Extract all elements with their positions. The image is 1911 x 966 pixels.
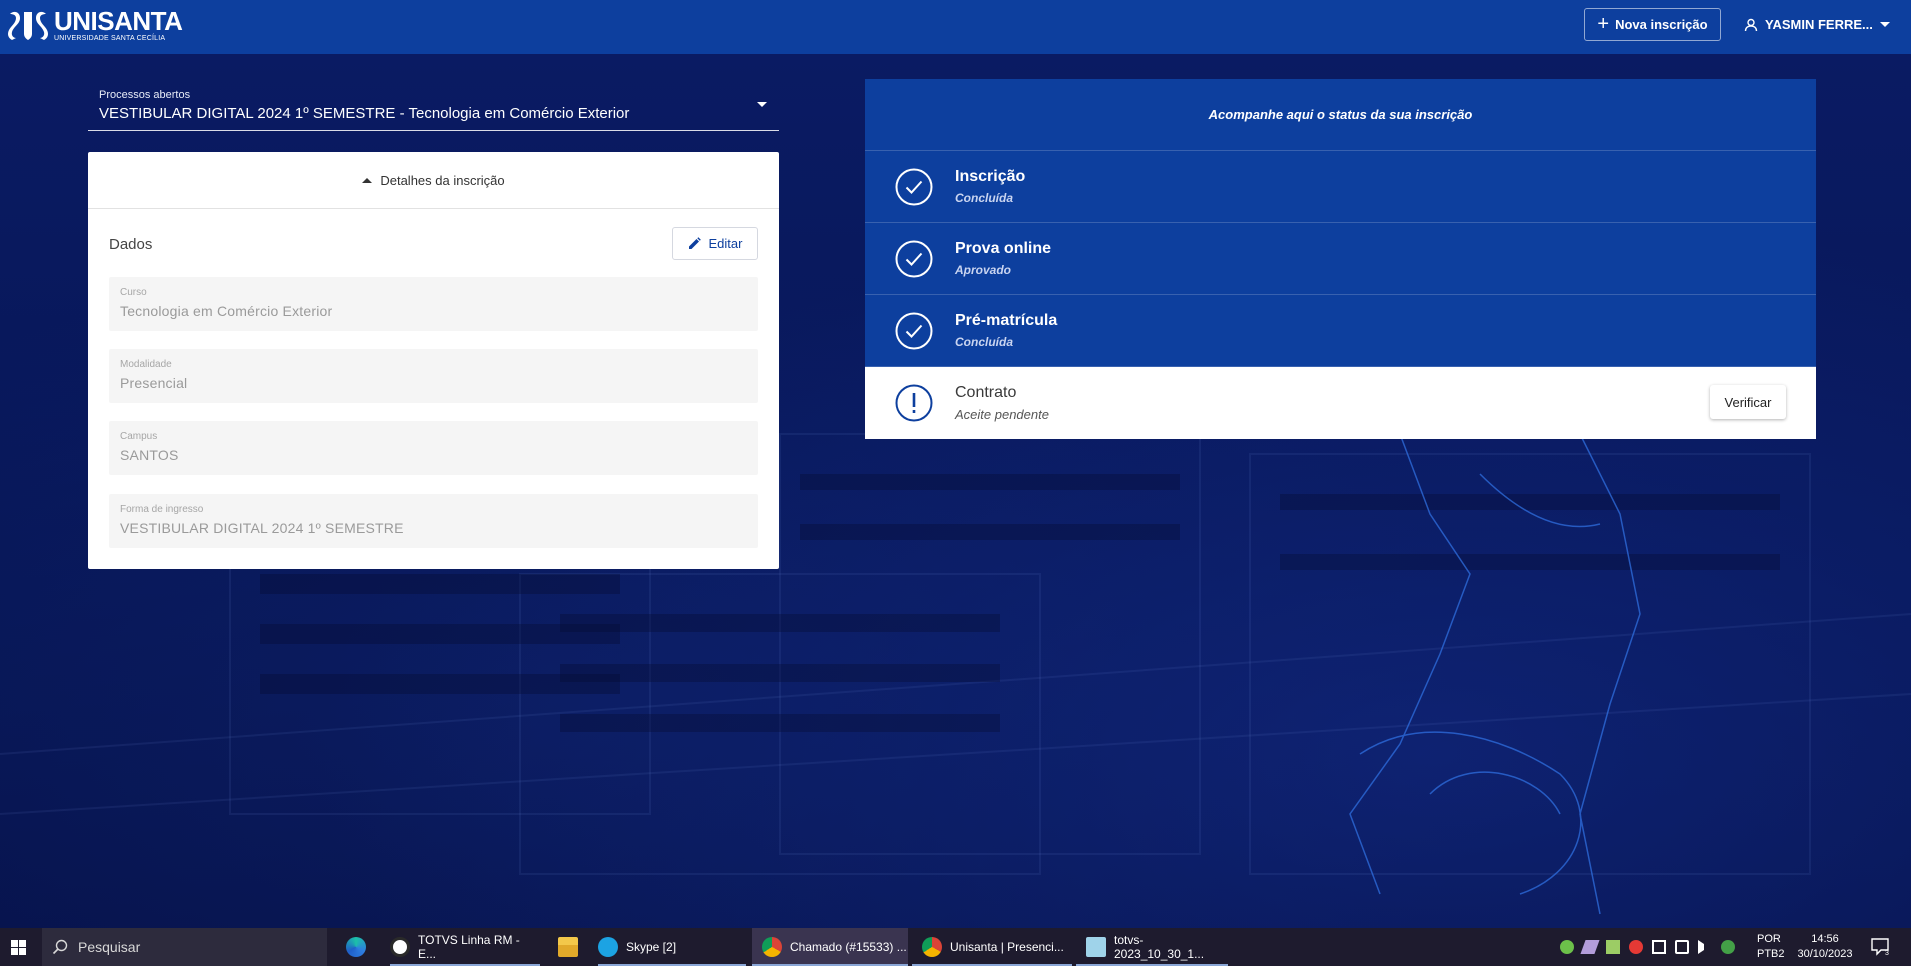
user-icon	[1744, 18, 1758, 31]
field-value: Tecnologia em Comércio Exterior	[120, 303, 333, 319]
field-value: SANTOS	[120, 447, 179, 463]
taskbar-app-skype[interactable]: Skype [2]	[598, 928, 746, 966]
campus-field[interactable]: Campus SANTOS	[109, 421, 758, 475]
enrollment-details-card: Detalhes da inscrição Dados Editar Curso…	[88, 152, 779, 569]
pen-icon[interactable]	[1580, 940, 1600, 954]
search-placeholder: Pesquisar	[78, 939, 141, 955]
process-select-value: VESTIBULAR DIGITAL 2024 1º SEMESTRE - Te…	[99, 105, 630, 122]
taskbar-app-label: TOTVS Linha RM - E...	[418, 933, 520, 961]
field-label: Campus	[120, 431, 158, 442]
clock-time: 14:56	[1811, 933, 1839, 945]
unisanta-logo[interactable]: UNISANTA UNIVERSIDADE SANTA CECÍLIA	[6, 6, 183, 42]
top-bar: UNISANTA UNIVERSIDADE SANTA CECÍLIA + No…	[0, 0, 1911, 54]
step-title: Inscrição	[955, 168, 1026, 185]
totvs-icon	[390, 937, 410, 957]
status-header: Acompanhe aqui o status da sua inscrição	[865, 79, 1816, 151]
keyboard-layout: PTB2	[1757, 948, 1785, 960]
clock-date: 30/10/2023	[1797, 948, 1853, 960]
edit-button[interactable]: Editar	[672, 227, 758, 260]
volume-icon[interactable]	[1698, 940, 1712, 954]
step-pre-matricula: Pré-matrícula Concluída	[865, 295, 1816, 367]
taskbar-app-label: Unisanta | Presenci...	[950, 940, 1064, 954]
display-icon[interactable]	[1675, 940, 1689, 954]
search-icon	[52, 939, 68, 955]
pencil-icon	[688, 237, 701, 249]
notepad-icon	[1086, 937, 1106, 957]
check-circle-icon	[895, 240, 933, 278]
check-circle-icon	[895, 312, 933, 350]
step-status: Concluída	[955, 191, 1014, 205]
windows-taskbar: Pesquisar TOTVS Linha RM - E... Skype [2…	[0, 928, 1911, 966]
sync-icon[interactable]	[1721, 940, 1735, 954]
plus-icon: +	[1597, 12, 1610, 35]
status-tracker-card: Acompanhe aqui o status da sua inscrição…	[865, 79, 1816, 439]
app-tray-icon[interactable]	[1606, 940, 1620, 954]
check-circle-icon	[895, 168, 933, 206]
windows-logo-icon	[10, 939, 26, 955]
taskbar-app-chrome-unisanta[interactable]: Unisanta | Presenci...	[912, 928, 1072, 966]
step-status: Concluída	[955, 335, 1014, 349]
taskbar-search[interactable]: Pesquisar	[42, 928, 327, 966]
chrome-icon	[922, 937, 942, 957]
admission-type-field[interactable]: Forma de ingresso VESTIBULAR DIGITAL 202…	[109, 494, 758, 548]
process-select-label: Processos abertos	[99, 89, 191, 101]
unisanta-seal-icon	[8, 11, 48, 40]
section-title: Dados	[109, 236, 153, 253]
new-enrollment-button[interactable]: + Nova inscrição	[1584, 8, 1721, 41]
step-status: Aprovado	[955, 263, 1012, 277]
logo-subtitle: UNIVERSIDADE SANTA CECÍLIA	[54, 35, 166, 42]
edit-button-label: Editar	[708, 236, 743, 251]
step-status: Aceite pendente	[955, 407, 1049, 422]
taskbar-app-chrome-chamado[interactable]: Chamado (#15533) ...	[752, 928, 908, 966]
user-name: YASMIN FERRE...	[1765, 17, 1873, 32]
new-enrollment-label: Nova inscrição	[1615, 17, 1708, 32]
field-value: Presencial	[120, 375, 188, 391]
exclamation-circle-icon	[895, 384, 933, 422]
verify-button[interactable]: Verificar	[1710, 385, 1786, 419]
details-toggle-label: Detalhes da inscrição	[380, 172, 505, 188]
taskbar-app-explorer[interactable]	[552, 928, 584, 966]
system-tray	[1560, 928, 1735, 966]
field-label: Forma de ingresso	[120, 504, 204, 515]
logo-name: UNISANTA	[54, 6, 183, 36]
process-select[interactable]: Processos abertos VESTIBULAR DIGITAL 202…	[88, 78, 779, 131]
course-field[interactable]: Curso Tecnologia em Comércio Exterior	[109, 277, 758, 331]
taskbar-app-label: Chamado (#15533) ...	[790, 940, 907, 954]
details-toggle[interactable]: Detalhes da inscrição	[88, 152, 779, 209]
taskbar-app-notepad[interactable]: totvs-2023_10_30_1...	[1076, 928, 1228, 966]
file-explorer-icon	[558, 937, 578, 957]
language-code: POR	[1757, 933, 1781, 945]
skype-icon	[598, 937, 618, 957]
taskbar-clock[interactable]: 14:56 30/10/2023	[1795, 932, 1855, 962]
field-value: VESTIBULAR DIGITAL 2024 1º SEMESTRE	[120, 520, 404, 536]
modality-field[interactable]: Modalidade Presencial	[109, 349, 758, 403]
user-menu[interactable]: YASMIN FERRE...	[1744, 8, 1890, 41]
step-title: Pré-matrícula	[955, 312, 1058, 329]
dropdown-arrow-icon	[757, 102, 767, 107]
step-inscricao: Inscrição Concluída	[865, 151, 1816, 223]
step-title: Prova online	[955, 240, 1052, 257]
notification-count: 3	[1885, 950, 1889, 956]
language-indicator[interactable]: POR PTB2	[1757, 932, 1785, 962]
taskbar-app-label: Skype [2]	[626, 940, 677, 954]
taskbar-app-label: totvs-2023_10_30_1...	[1114, 933, 1205, 961]
security-icon[interactable]	[1560, 940, 1574, 954]
step-title: Contrato	[955, 384, 1017, 401]
start-button[interactable]	[0, 928, 36, 966]
chrome-icon	[762, 937, 782, 957]
taskbar-app-totvs[interactable]: TOTVS Linha RM - E...	[390, 928, 540, 966]
network-icon[interactable]	[1652, 940, 1666, 954]
taskbar-app-edge[interactable]	[340, 928, 372, 966]
chevron-down-icon	[1879, 22, 1890, 27]
step-prova-online: Prova online Aprovado	[865, 223, 1816, 295]
field-label: Curso	[120, 287, 147, 298]
step-contrato: Contrato Aceite pendente Verificar	[865, 367, 1816, 439]
edge-icon	[346, 937, 366, 957]
notification-center-icon[interactable]: 3	[1870, 936, 1890, 956]
chevron-up-icon	[362, 177, 373, 183]
tray-red-icon[interactable]	[1629, 940, 1643, 954]
field-label: Modalidade	[120, 359, 172, 370]
